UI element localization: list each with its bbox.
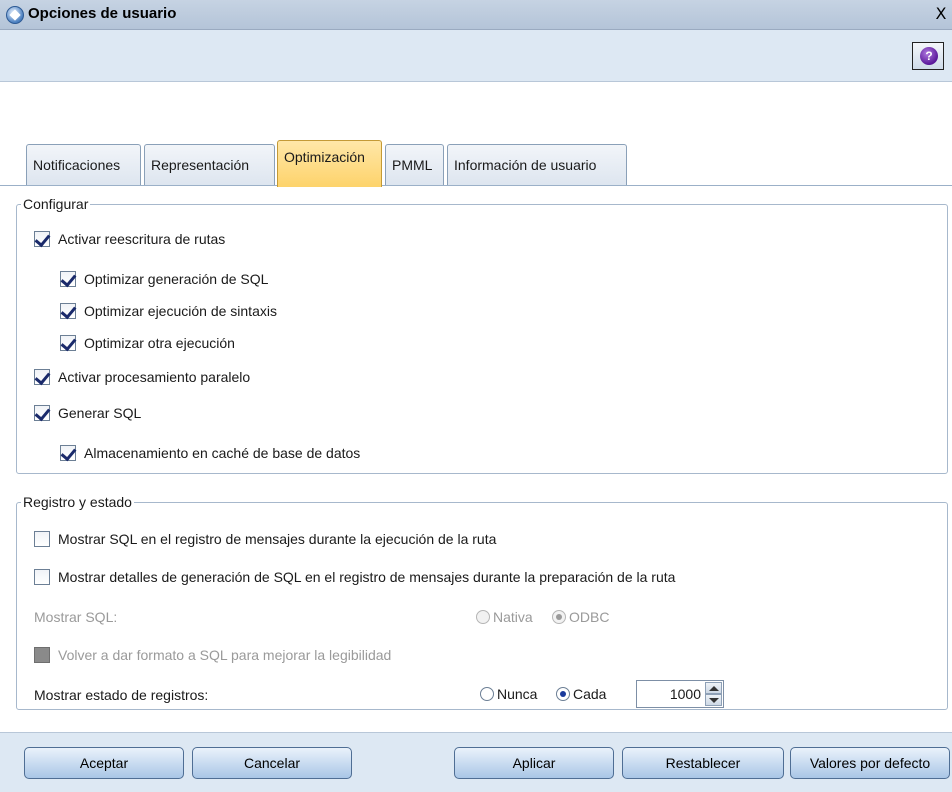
tab-notificaciones[interactable]: Notificaciones xyxy=(26,144,141,186)
tab-label: Optimización xyxy=(284,149,365,165)
checkbox-label: Optimizar ejecución de sintaxis xyxy=(84,303,277,319)
mostrar-estado-label: Mostrar estado de registros: xyxy=(34,687,209,703)
record-count-stepper[interactable]: 1000 xyxy=(636,680,724,708)
radio-cada[interactable]: Cada xyxy=(556,685,606,703)
checkbox-optimizar-otra[interactable]: Optimizar otra ejecución xyxy=(60,334,235,352)
tab-label: Información de usuario xyxy=(454,157,597,173)
window-title: Opciones de usuario xyxy=(28,5,177,22)
checkbox-label: Mostrar SQL en el registro de mensajes d… xyxy=(58,531,497,547)
tab-optimizacion[interactable]: Optimización xyxy=(277,140,382,187)
footer: Aceptar Cancelar Aplicar Restablecer Val… xyxy=(0,732,952,792)
aceptar-button[interactable]: Aceptar xyxy=(24,747,184,779)
optimization-panel: Configurar Activar reescritura de rutas … xyxy=(0,186,952,732)
app-diamond-icon xyxy=(6,6,24,24)
checkbox-cache-base-datos[interactable]: Almacenamiento en caché de base de datos xyxy=(60,444,360,462)
checkbox-mostrar-sql-registro[interactable]: Mostrar SQL en el registro de mensajes d… xyxy=(34,530,496,548)
checkbox-label: Activar procesamiento paralelo xyxy=(58,369,251,385)
tab-informacion-usuario[interactable]: Información de usuario xyxy=(447,144,627,186)
stepper-up-icon[interactable] xyxy=(705,682,722,694)
group-legend: Registro y estado xyxy=(21,494,134,510)
tab-representacion[interactable]: Representación xyxy=(144,144,275,186)
radio-icon xyxy=(480,687,494,701)
close-button[interactable]: X xyxy=(932,3,950,25)
help-icon: ? xyxy=(920,47,938,65)
checkbox-label: Volver a dar formato a SQL para mejorar … xyxy=(58,647,392,663)
checkbox-icon xyxy=(34,405,50,421)
checkbox-icon xyxy=(60,445,76,461)
tab-label: Representación xyxy=(151,157,250,173)
radio-label: Nativa xyxy=(493,609,533,625)
title-bar: Opciones de usuario X xyxy=(0,0,952,30)
stepper-value: 1000 xyxy=(669,686,701,702)
radio-icon xyxy=(552,610,566,624)
radio-label: ODBC xyxy=(569,609,610,625)
radio-label: Cada xyxy=(573,686,607,702)
group-legend: Configurar xyxy=(21,196,91,212)
stepper-buttons xyxy=(705,682,722,706)
radio-label: Nunca xyxy=(497,686,538,702)
checkbox-label: Optimizar otra ejecución xyxy=(84,335,235,351)
help-button[interactable]: ? xyxy=(912,42,944,70)
checkbox-icon xyxy=(34,647,50,663)
checkbox-label: Mostrar detalles de generación de SQL en… xyxy=(58,569,676,585)
checkbox-label: Optimizar generación de SQL xyxy=(84,271,269,287)
radio-icon xyxy=(476,610,490,624)
checkbox-icon xyxy=(34,231,50,247)
tab-label: PMML xyxy=(392,157,433,173)
checkbox-mostrar-detalles-sql[interactable]: Mostrar detalles de generación de SQL en… xyxy=(34,568,675,586)
checkbox-label: Generar SQL xyxy=(58,405,142,421)
radio-icon xyxy=(556,687,570,701)
checkbox-label: Activar reescritura de rutas xyxy=(58,231,226,247)
checkbox-icon xyxy=(34,369,50,385)
cancelar-button[interactable]: Cancelar xyxy=(192,747,352,779)
checkbox-icon xyxy=(60,303,76,319)
checkbox-activar-reescritura[interactable]: Activar reescritura de rutas xyxy=(34,230,225,248)
radio-odbc[interactable]: ODBC xyxy=(552,608,609,626)
radio-nativa[interactable]: Nativa xyxy=(476,608,533,626)
checkbox-procesamiento-paralelo[interactable]: Activar procesamiento paralelo xyxy=(34,368,250,386)
tab-pmml[interactable]: PMML xyxy=(385,144,444,186)
checkbox-optimizar-sql[interactable]: Optimizar generación de SQL xyxy=(60,270,268,288)
toolbar: ? xyxy=(0,30,952,82)
checkbox-icon xyxy=(34,569,50,585)
checkbox-icon xyxy=(60,271,76,287)
tab-label: Notificaciones xyxy=(33,157,121,173)
mostrar-sql-label: Mostrar SQL: xyxy=(34,609,118,625)
checkbox-label: Almacenamiento en caché de base de datos xyxy=(84,445,361,461)
checkbox-reformat-sql[interactable]: Volver a dar formato a SQL para mejorar … xyxy=(34,646,391,664)
aplicar-button[interactable]: Aplicar xyxy=(454,747,614,779)
checkbox-icon xyxy=(60,335,76,351)
radio-nunca[interactable]: Nunca xyxy=(480,685,537,703)
stepper-down-icon[interactable] xyxy=(705,694,722,706)
checkbox-optimizar-sintaxis[interactable]: Optimizar ejecución de sintaxis xyxy=(60,302,277,320)
restablecer-button[interactable]: Restablecer xyxy=(622,747,784,779)
checkbox-icon xyxy=(34,531,50,547)
tab-strip: Notificaciones Representación Optimizaci… xyxy=(0,82,952,187)
valores-por-defecto-button[interactable]: Valores por defecto xyxy=(790,747,950,779)
checkbox-generar-sql[interactable]: Generar SQL xyxy=(34,404,141,422)
